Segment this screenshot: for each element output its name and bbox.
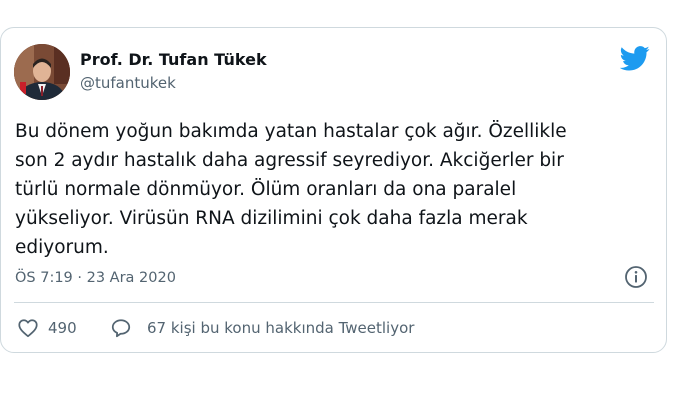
- like-count[interactable]: 490: [48, 319, 77, 337]
- twitter-bird-icon[interactable]: [619, 46, 650, 71]
- tweet-timestamp[interactable]: ÖS 7:19 · 23 Ara 2020: [15, 270, 176, 286]
- heart-icon[interactable]: [17, 317, 39, 339]
- author-handle[interactable]: @tufantukek: [80, 74, 176, 92]
- author-name[interactable]: Prof. Dr. Tufan Tükek: [80, 50, 267, 69]
- conversation-link[interactable]: 67 kişi bu konu hakkında Tweetliyor: [147, 319, 414, 337]
- tweet-card: Prof. Dr. Tufan Tükek @tufantukek Bu dön…: [0, 27, 667, 353]
- author-avatar[interactable]: [14, 44, 70, 100]
- divider: [14, 302, 654, 303]
- speech-bubble-icon[interactable]: [110, 317, 132, 339]
- info-icon[interactable]: [624, 265, 648, 289]
- tweet-text: Bu dönem yoğun bakımda yatan hastalar ço…: [15, 121, 567, 258]
